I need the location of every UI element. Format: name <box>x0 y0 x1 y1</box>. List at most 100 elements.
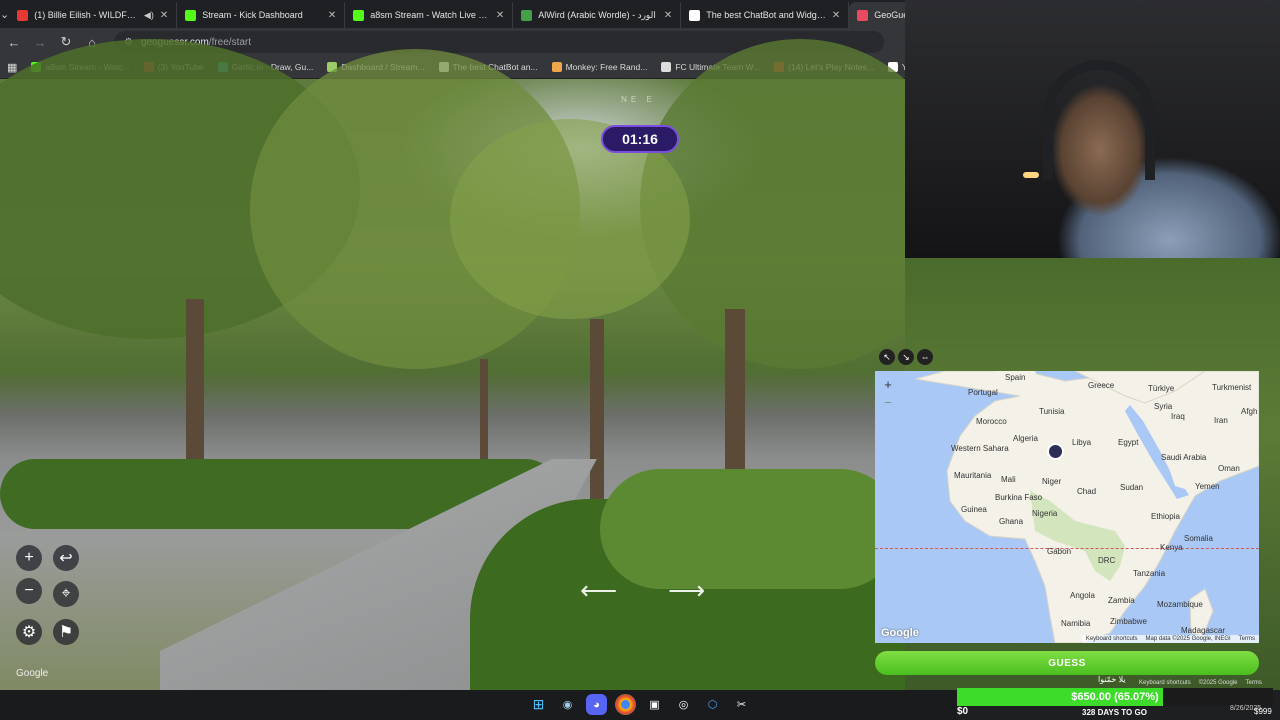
guess-map[interactable]: Spain Portugal Greece Türkiye Turkmenist Tuni… <box>875 371 1259 643</box>
map-country-label: Türkiye <box>1148 384 1175 393</box>
tab-title: (1) Billie Eilish - WILDFLOW <box>34 10 138 20</box>
map-country-label: Mauritania <box>954 471 992 480</box>
sv-terms-link[interactable]: Terms <box>1246 680 1262 686</box>
tab-close-icon[interactable]: ✕ <box>664 10 672 21</box>
map-pin-toggle-icon[interactable]: ⇔ <box>917 349 933 365</box>
sv-keyboard-shortcuts-link[interactable]: Keyboard shortcuts <box>1139 680 1191 686</box>
chrome-icon[interactable] <box>615 694 636 715</box>
tab-title: Stream - Kick Dashboard <box>202 10 303 20</box>
map-country-label: Iraq <box>1171 412 1185 421</box>
map-country-label: Kenya <box>1160 543 1183 552</box>
browser-tab[interactable]: a8sm Stream - Watch Live on K ✕ <box>345 2 514 28</box>
browser-tab[interactable]: AlWird (Arabic Wordle) - الورد ✕ <box>513 2 682 28</box>
map-terms-link[interactable]: Terms <box>1239 636 1255 642</box>
map-country-label: Angola <box>1070 591 1095 600</box>
tab-favicon-icon <box>857 9 869 21</box>
map-keyboard-shortcuts-link[interactable]: Keyboard shortcuts <box>1086 636 1138 642</box>
tab-favicon-icon <box>185 9 197 21</box>
map-country-label: Afgh <box>1241 407 1258 416</box>
tab-search-icon[interactable]: ⌄ <box>0 0 9 28</box>
forward-icon[interactable]: → <box>28 30 52 54</box>
settings-gear-icon[interactable]: ⚙ <box>16 619 42 645</box>
obs-icon[interactable]: ◎ <box>673 694 694 715</box>
compass-strip: NE E <box>621 95 656 104</box>
map-country-label: Iran <box>1214 416 1228 425</box>
arabic-caption: يلا خمّنوا <box>1098 675 1126 684</box>
map-expand-icon[interactable]: ↖ <box>879 349 895 365</box>
map-country-label: Saudi Arabia <box>1161 453 1207 462</box>
map-country-label: Zambia <box>1108 596 1135 605</box>
map-attribution: Keyboard shortcuts Map data ©2025 Google… <box>1081 635 1259 643</box>
desk-light <box>1023 172 1039 178</box>
headset-shape <box>1043 60 1155 180</box>
webcam-overlay <box>905 0 1280 258</box>
map-country-label: Burkina Faso <box>995 493 1043 502</box>
map-country-label: Portugal <box>968 388 998 397</box>
tab-title: a8sm Stream - Watch Live on K <box>370 10 490 20</box>
map-country-label: Spain <box>1005 373 1026 382</box>
bookmark-label: Monkey: Free Rand... <box>565 62 648 72</box>
map-country-label: Chad <box>1077 487 1097 496</box>
browser-tab[interactable]: (1) Billie Eilish - WILDFLOW ◀) ✕ <box>9 2 178 28</box>
donation-days-left: 328 DAYS TO GO <box>1082 708 1147 717</box>
windows-start-icon[interactable]: ⊞ <box>528 694 549 715</box>
map-country-label: Nigeria <box>1032 509 1058 518</box>
undo-move-button[interactable]: ↩ <box>53 545 79 571</box>
map-country-label: Somalia <box>1184 534 1213 543</box>
zoom-out-button[interactable]: − <box>16 578 42 604</box>
round-timer: 01:16 <box>601 125 679 153</box>
browser-tab[interactable]: Stream - Kick Dashboard ✕ <box>177 2 346 28</box>
map-size-controls: ↖ ↘ ⇔ <box>879 349 933 365</box>
tab-title: AlWird (Arabic Wordle) - الورد <box>538 9 656 20</box>
street-view-panorama[interactable]: NE E 01:16 ⟵ ⟶ + ↩ − ⌖ ⚙ ⚑ Google <box>0 39 960 699</box>
bookmark-item[interactable]: Monkey: Free Rand... <box>545 62 655 72</box>
app-blue-icon[interactable]: ⬡ <box>702 694 723 715</box>
back-icon[interactable]: ← <box>2 30 26 54</box>
guess-marker-icon[interactable] <box>1047 443 1064 460</box>
discord-icon[interactable]: ◕ <box>586 694 607 715</box>
return-to-start-pin-icon[interactable]: ⌖ <box>53 581 79 607</box>
map-country-label: Mozambique <box>1157 600 1203 609</box>
map-data-credit: Map data ©2025 Google, INEGI <box>1145 636 1231 642</box>
tab-close-icon[interactable]: ✕ <box>496 10 504 21</box>
capcut-icon[interactable]: ✂ <box>731 694 752 715</box>
map-country-label: Western Sahara <box>951 444 1009 453</box>
tab-close-icon[interactable]: ✕ <box>832 10 840 21</box>
move-right-arrow-icon[interactable]: ⟶ <box>668 575 705 606</box>
map-country-label: Greece <box>1088 381 1115 390</box>
tab-close-icon[interactable]: ✕ <box>160 10 168 21</box>
map-zoom-out-button[interactable]: − <box>879 393 897 411</box>
map-zoom-in-button[interactable]: + <box>879 375 897 393</box>
donation-goal-end: $999 <box>1254 707 1272 716</box>
tab-favicon-icon <box>689 9 701 21</box>
tab-audio-icon[interactable]: ◀) <box>144 10 154 21</box>
map-country-label: Morocco <box>976 417 1007 426</box>
map-country-label: Madagascar <box>1181 626 1226 635</box>
map-country-label: Gabon <box>1047 547 1072 556</box>
map-country-label: Ethiopia <box>1151 512 1180 521</box>
map-country-label: Tunisia <box>1039 407 1065 416</box>
map-country-label: Guinea <box>961 505 987 514</box>
map-country-label: Sudan <box>1120 483 1144 492</box>
steam-icon[interactable]: ◉ <box>557 694 578 715</box>
move-left-arrow-icon[interactable]: ⟵ <box>580 575 617 606</box>
tab-close-icon[interactable]: ✕ <box>328 10 336 21</box>
map-shrink-icon[interactable]: ↘ <box>898 349 914 365</box>
map-country-label: Algeria <box>1013 434 1038 443</box>
map-google-logo: Google <box>881 627 919 639</box>
bookmark-favicon-icon <box>551 62 562 72</box>
tab-favicon-icon <box>353 9 365 21</box>
flag-icon[interactable]: ⚑ <box>53 619 79 645</box>
taskbar <box>0 690 957 720</box>
map-country-label: Mali <box>1001 475 1016 484</box>
map-country-label: Namibia <box>1061 619 1091 628</box>
map-zoom-controls: + − <box>879 375 897 411</box>
guess-button[interactable]: GUESS <box>875 651 1259 675</box>
map-country-label: Turkmenist <box>1212 383 1252 392</box>
browser-tab[interactable]: The best ChatBot and Widgets ✕ <box>681 2 850 28</box>
zoom-in-button[interactable]: + <box>16 545 42 571</box>
streetview-attribution: Keyboard shortcuts ©2025 Google Terms <box>1139 680 1262 686</box>
file-explorer-icon[interactable]: ▣ <box>644 694 665 715</box>
tab-favicon-icon <box>17 9 29 21</box>
map-country-label: Niger <box>1042 477 1062 486</box>
